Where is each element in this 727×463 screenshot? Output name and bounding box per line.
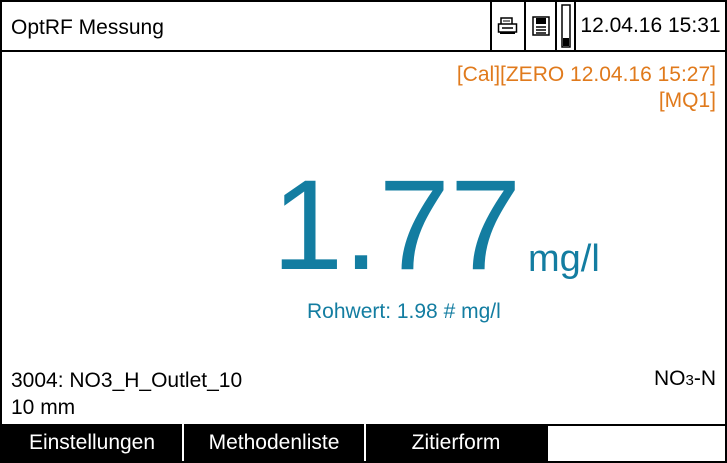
quality-flag: [MQ1] bbox=[658, 89, 716, 112]
header-bar: OptRF Messung 12.04.16 15:31 bbox=[2, 2, 725, 52]
measurement-unit: mg/l bbox=[528, 238, 600, 280]
parameter-label: NO3-N bbox=[654, 367, 716, 391]
printer-icon bbox=[490, 2, 524, 50]
screen-title: OptRF Messung bbox=[11, 16, 164, 39]
parameter-suffix: -N bbox=[693, 367, 716, 390]
calibration-line: [Cal][ZERO 12.04.16 15:27] bbox=[456, 63, 716, 86]
method-info: 3004: NO3_H_Outlet_10 10 mm bbox=[11, 367, 242, 421]
softkey-bar: Einstellungen Methodenliste Zitierform bbox=[2, 424, 725, 461]
battery-icon bbox=[555, 2, 574, 50]
softkey-methodenliste[interactable]: Methodenliste bbox=[184, 424, 364, 461]
datetime-display: 12.04.16 15:31 bbox=[574, 2, 725, 50]
softkey-zitierform[interactable]: Zitierform bbox=[366, 424, 546, 461]
method-name: 3004: NO3_H_Outlet_10 bbox=[11, 369, 243, 392]
meter-screen: OptRF Messung 12.04.16 15:31 [Cal][ZERO … bbox=[0, 0, 727, 463]
measurement-value: 1.77 bbox=[272, 154, 522, 297]
storage-icon bbox=[524, 2, 555, 50]
parameter-subscript: 3 bbox=[685, 372, 694, 389]
parameter-base: NO bbox=[653, 367, 686, 390]
softkey-einstellungen[interactable]: Einstellungen bbox=[2, 424, 182, 461]
softkey-empty[interactable] bbox=[546, 424, 725, 461]
calibration-info: [Cal][ZERO 12.04.16 15:27] [MQ1] bbox=[457, 62, 716, 114]
cuvette-size: 10 mm bbox=[11, 396, 76, 419]
raw-value: Rohwert: 1.98 # mg/l bbox=[307, 300, 501, 323]
